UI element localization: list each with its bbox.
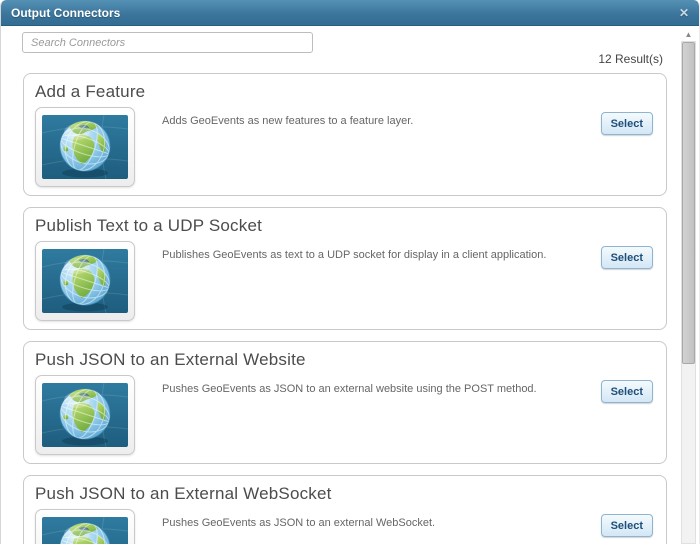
connector-thumbnail — [35, 509, 135, 544]
scrollbar-track[interactable] — [681, 41, 696, 544]
connector-card: Publish Text to a UDP Socket Publishes G… — [23, 207, 667, 330]
connector-description: Pushes GeoEvents as JSON to an external … — [162, 517, 436, 529]
connector-card: Add a Feature Adds GeoEvents as new feat… — [23, 73, 667, 196]
select-button[interactable]: Select — [600, 514, 653, 537]
select-button[interactable]: Select — [600, 246, 653, 269]
globe-icon — [42, 383, 128, 447]
scrollbar[interactable]: ▲ — [681, 28, 696, 544]
dialog-titlebar: Output Connectors ✕ — [1, 0, 699, 26]
connector-thumbnail — [35, 107, 135, 187]
connector-description: Pushes GeoEvents as JSON to an external … — [162, 383, 537, 395]
globe-icon — [42, 115, 128, 179]
globe-icon — [42, 249, 128, 313]
connector-title: Add a Feature — [35, 82, 146, 101]
select-button[interactable]: Select — [600, 380, 653, 403]
scrollbar-thumb[interactable] — [682, 42, 695, 364]
scroll-up-icon[interactable]: ▲ — [681, 28, 696, 41]
connector-thumbnail — [35, 241, 135, 321]
results-count: 12 Result(s) — [598, 52, 663, 66]
close-icon[interactable]: ✕ — [679, 7, 689, 19]
connector-card: Push JSON to an External WebSocket Pushe… — [23, 475, 667, 544]
connector-list: Add a Feature Adds GeoEvents as new feat… — [23, 73, 667, 544]
output-connectors-dialog: Output Connectors ✕ 12 Result(s) Add a F… — [0, 0, 700, 544]
globe-icon — [42, 517, 128, 544]
dialog-title: Output Connectors — [11, 5, 121, 20]
connector-title: Push JSON to an External WebSocket — [35, 484, 332, 503]
connector-title: Publish Text to a UDP Socket — [35, 216, 263, 235]
connector-card: Push JSON to an External Website Pushes … — [23, 341, 667, 464]
connector-description: Adds GeoEvents as new features to a feat… — [162, 115, 414, 127]
select-button[interactable]: Select — [600, 112, 653, 135]
connector-title: Push JSON to an External Website — [35, 350, 306, 369]
connector-thumbnail — [35, 375, 135, 455]
dialog-content: 12 Result(s) Add a Feature — [1, 27, 699, 544]
search-input[interactable] — [22, 32, 313, 53]
connector-description: Publishes GeoEvents as text to a UDP soc… — [162, 249, 547, 261]
